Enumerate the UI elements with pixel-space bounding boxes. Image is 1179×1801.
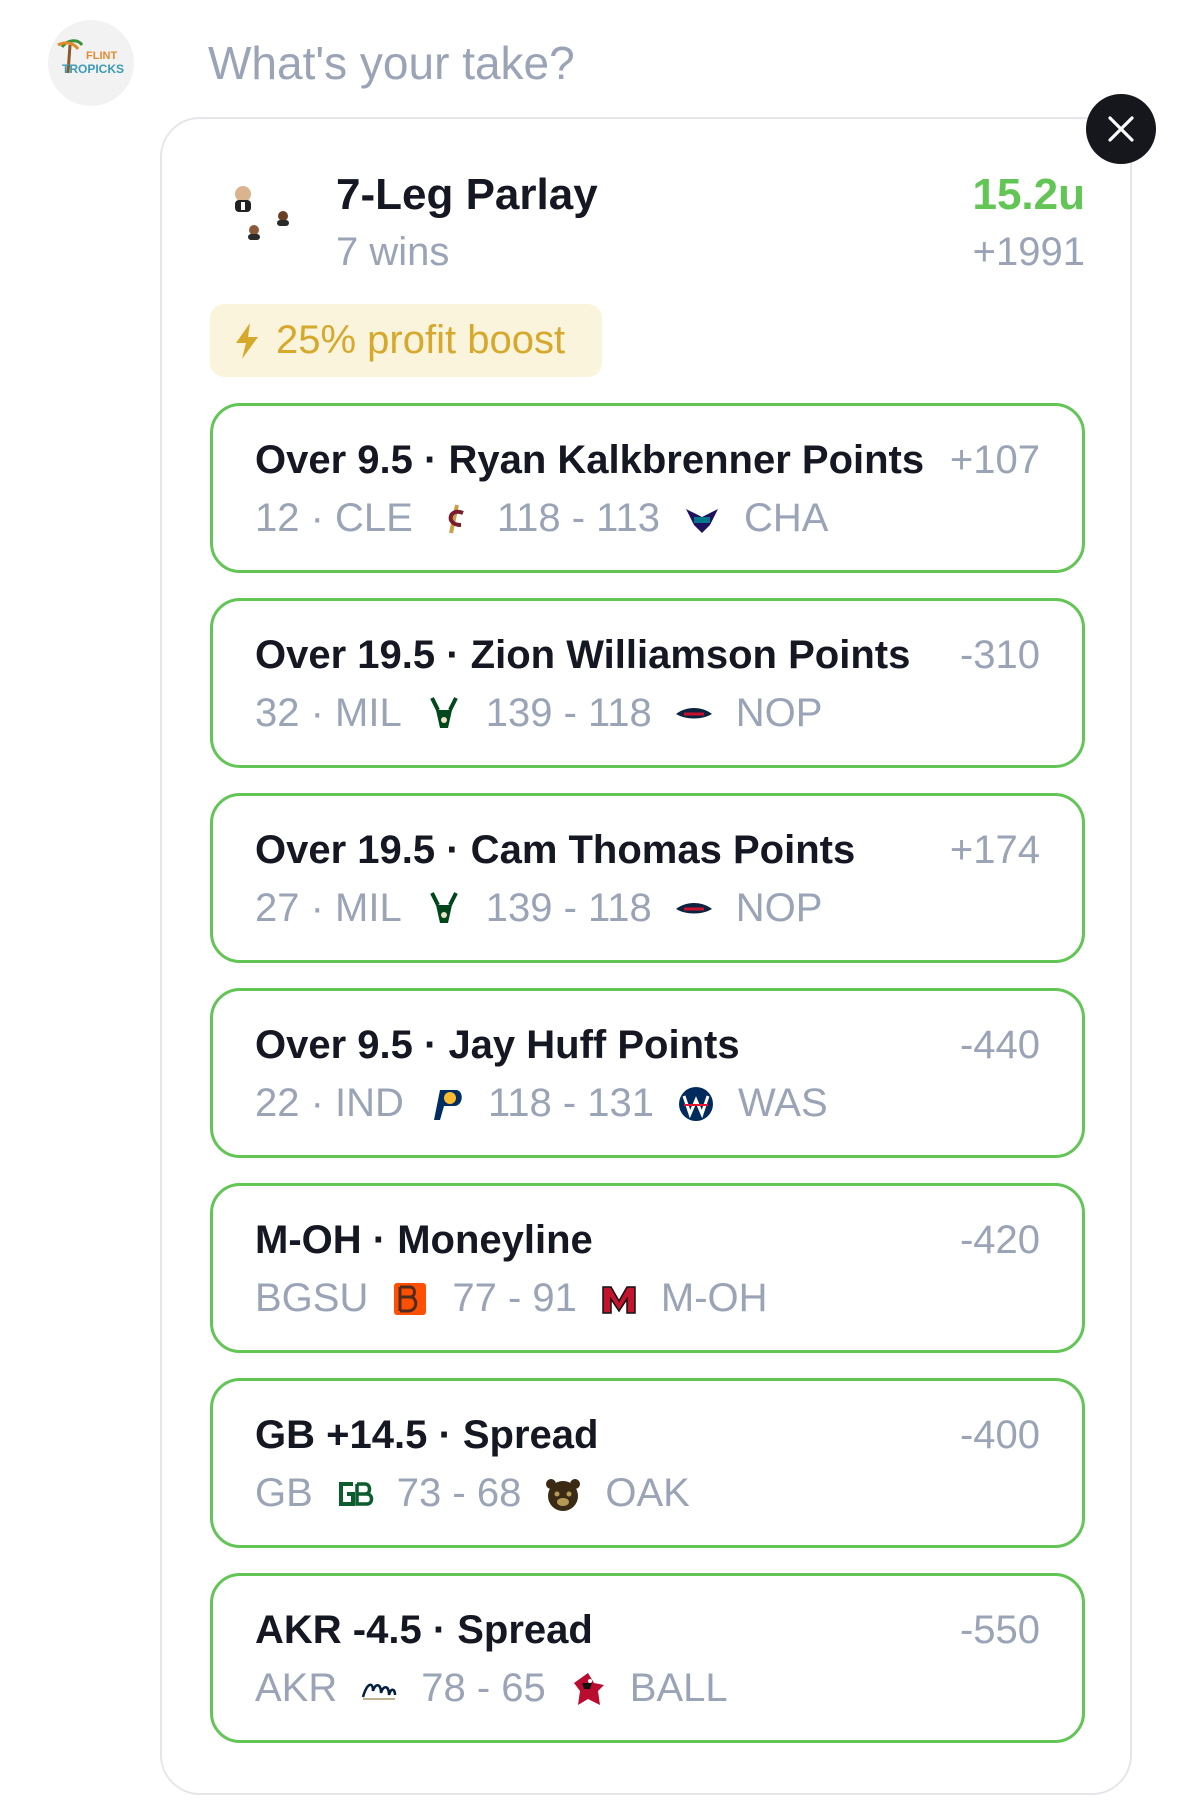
players-icon [235, 186, 289, 240]
leg-score: 118 - 113 [496, 496, 660, 540]
akron-logo-icon [359, 1669, 399, 1709]
leg-stat: 27 · MIL [255, 886, 402, 930]
leg-score: 78 - 65 [421, 1666, 546, 1710]
leg-stat: 22 · IND [255, 1081, 404, 1125]
profit-boost-badge: 25% profit boost [210, 304, 602, 377]
parlay-result: 7 wins [336, 230, 450, 274]
parlay-leg[interactable]: M-OH · Moneyline -420 BGSU 77 - 91 M-OH [210, 1183, 1085, 1353]
user-avatar[interactable]: FLINT TROPICKS [48, 20, 134, 106]
leg-score: 73 - 68 [396, 1471, 522, 1515]
green-bay-logo-icon [335, 1474, 375, 1514]
parlay-leg[interactable]: AKR -4.5 · Spread -550 AKR 78 - 65 BALL [210, 1573, 1085, 1743]
leg-odds: +107 [949, 438, 1040, 482]
cavaliers-logo-icon [435, 499, 475, 539]
parlay-title: 7-Leg Parlay [336, 170, 598, 219]
leg-odds: -310 [959, 633, 1040, 677]
leg-title: Over 9.5 · Jay Huff Points [255, 1023, 740, 1067]
pelicans-logo-icon [674, 889, 714, 929]
bucks-logo-icon [424, 889, 464, 929]
miami-ohio-logo-icon [599, 1279, 639, 1319]
bucks-logo-icon [424, 694, 464, 734]
parlay-leg[interactable]: Over 19.5 · Zion Williamson Points -310 … [210, 598, 1085, 768]
leg-odds: -440 [959, 1023, 1040, 1067]
leg-stat: AKR [255, 1666, 338, 1710]
close-icon [1108, 116, 1134, 142]
leg-score: 139 - 118 [485, 691, 652, 735]
parlay-leg[interactable]: GB +14.5 · Spread -400 GB 73 - 68 OAK [210, 1378, 1085, 1548]
compose-prompt-input[interactable]: What's your take? [208, 36, 575, 90]
leg-odds: -420 [959, 1218, 1040, 1262]
leg-title: M-OH · Moneyline [255, 1218, 593, 1262]
leg-title: Over 19.5 · Cam Thomas Points [255, 828, 856, 872]
leg-opponent: NOP [735, 691, 823, 735]
leg-title: GB +14.5 · Spread [255, 1413, 599, 1457]
leg-stat: 12 · CLE [255, 496, 413, 540]
leg-score: 139 - 118 [485, 886, 652, 930]
leg-opponent: M-OH [660, 1276, 768, 1320]
leg-stat: BGSU [255, 1276, 369, 1320]
parlay-legs-list: Over 9.5 · Ryan Kalkbrenner Points +107 … [210, 403, 1085, 1768]
leg-opponent: BALL [629, 1666, 728, 1710]
player-avatars [225, 180, 305, 260]
parlay-units: 15.2u [972, 170, 1085, 219]
wizards-logo-icon [676, 1084, 716, 1124]
parlay-leg[interactable]: Over 19.5 · Cam Thomas Points +174 27 · … [210, 793, 1085, 963]
leg-title: Over 19.5 · Zion Williamson Points [255, 633, 911, 677]
parlay-odds: +1991 [972, 230, 1085, 274]
leg-opponent: NOP [735, 886, 823, 930]
leg-score: 118 - 131 [487, 1081, 654, 1125]
pacers-logo-icon [426, 1084, 466, 1124]
close-button[interactable] [1086, 94, 1156, 164]
leg-odds: -550 [959, 1608, 1040, 1652]
hornets-logo-icon [682, 499, 722, 539]
leg-stat: GB [255, 1471, 313, 1515]
leg-odds: +174 [949, 828, 1040, 872]
lightning-icon [236, 322, 258, 359]
leg-odds: -400 [959, 1413, 1040, 1457]
parlay-leg[interactable]: Over 9.5 · Jay Huff Points -440 22 · IND… [210, 988, 1085, 1158]
leg-opponent: WAS [738, 1081, 828, 1125]
logo-text-bottom: TROPICKS [62, 62, 124, 76]
oakland-logo-icon [543, 1474, 583, 1514]
leg-opponent: OAK [605, 1471, 690, 1515]
leg-opponent: CHA [743, 496, 829, 540]
leg-title: Over 9.5 · Ryan Kalkbrenner Points [255, 438, 925, 482]
flint-tropicks-logo-icon: FLINT TROPICKS [57, 39, 124, 76]
bgsu-logo-icon [390, 1279, 430, 1319]
pelicans-logo-icon [674, 694, 714, 734]
logo-text-top: FLINT [86, 50, 117, 62]
leg-title: AKR -4.5 · Spread [255, 1608, 593, 1652]
parlay-leg[interactable]: Over 9.5 · Ryan Kalkbrenner Points +107 … [210, 403, 1085, 573]
profit-boost-label: 25% profit boost [276, 318, 566, 362]
leg-score: 77 - 91 [452, 1276, 577, 1320]
ball-state-logo-icon [568, 1669, 608, 1709]
leg-stat: 32 · MIL [255, 691, 402, 735]
